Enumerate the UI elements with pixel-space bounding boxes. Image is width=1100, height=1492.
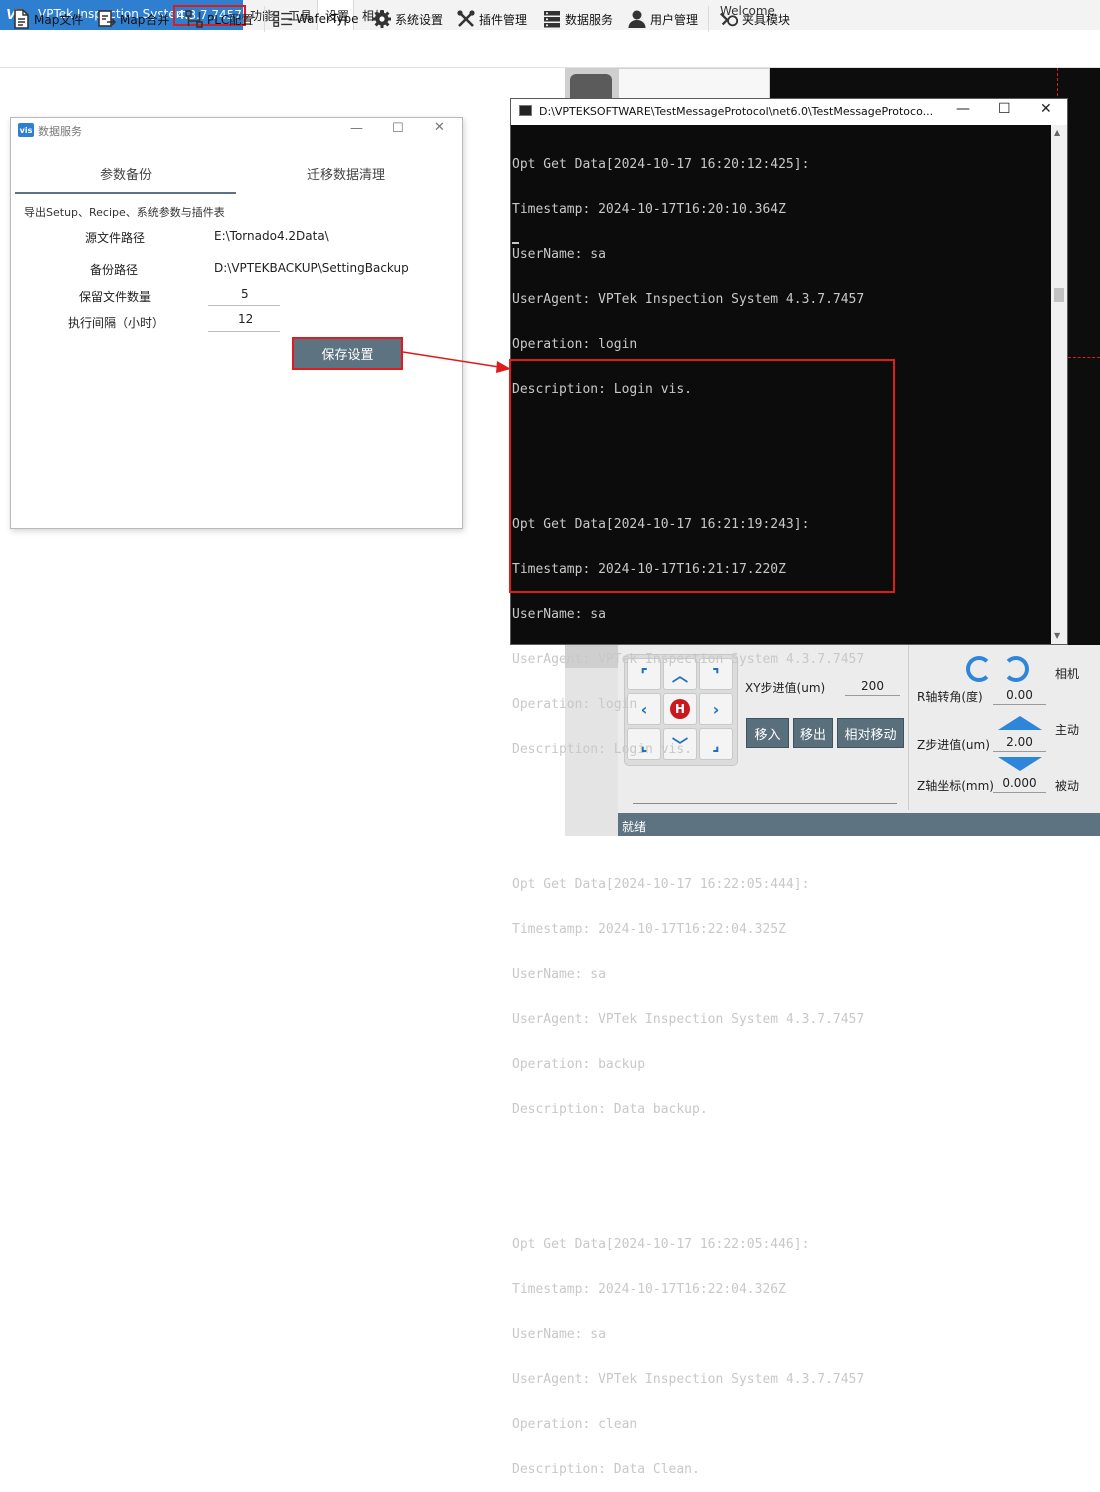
- log-blank: [512, 832, 1050, 847]
- dialog-close-icon[interactable]: ✕: [434, 120, 445, 135]
- log-line: UserName: sa: [512, 1327, 606, 1342]
- menu-function[interactable]: 功能: [250, 7, 274, 24]
- plugin-manager-button[interactable]: 插件管理: [456, 8, 527, 30]
- log-line: UserName: sa: [512, 607, 606, 622]
- map-file-label: Map文件: [34, 12, 84, 27]
- map-merge-button[interactable]: Map合并: [97, 8, 169, 30]
- console-scrollbar[interactable]: [1051, 125, 1067, 644]
- console-minimize-icon[interactable]: —: [956, 101, 970, 117]
- log-line: Operation: clean: [512, 1417, 638, 1432]
- map-merge-label: Map合并: [120, 12, 170, 27]
- console-scroll-thumb[interactable]: [1054, 288, 1064, 302]
- console-close-icon[interactable]: ✕: [1040, 101, 1052, 117]
- scroll-down-icon[interactable]: ▼: [1054, 631, 1060, 640]
- log-line: Timestamp: 2024-10-17T16:22:04.326Z: [512, 1282, 786, 1297]
- plc-node-icon: [184, 9, 204, 29]
- plc-config-button[interactable]: PLC配置: [184, 8, 253, 30]
- backup-path-label: 备份路径: [90, 263, 139, 277]
- toolbar-separator: [264, 6, 265, 32]
- tab-migration-clean[interactable]: 迁移数据清理: [307, 164, 385, 183]
- file-icon: [11, 9, 31, 29]
- wrench-icon: [456, 9, 476, 29]
- server-icon: [542, 9, 562, 29]
- log-blank: [512, 1192, 1050, 1207]
- tab-param-backup[interactable]: 参数备份: [100, 164, 152, 183]
- log-line: Operation: login: [512, 337, 638, 352]
- console-maximize-icon[interactable]: ☐: [998, 101, 1011, 117]
- fixture-module-button[interactable]: 夹具模块: [719, 8, 790, 30]
- plugin-manager-label: 插件管理: [479, 12, 528, 27]
- log-line: Timestamp: 2024-10-17T16:20:10.364Z: [512, 202, 786, 217]
- log-blank: [512, 787, 1050, 802]
- interval-label: 执行间隔（小时）: [68, 316, 165, 330]
- dialog-maximize-icon[interactable]: ☐: [392, 121, 404, 136]
- log-line: Operation: backup: [512, 1057, 646, 1072]
- keep-count-input[interactable]: 5: [241, 287, 249, 301]
- save-settings-button[interactable]: 保存设置: [292, 337, 403, 370]
- export-description: 导出Setup、Recipe、系统参数与插件表: [24, 206, 225, 219]
- fixture-module-label: 夹具模块: [742, 12, 791, 27]
- passive-mode-label: 被动: [1055, 779, 1080, 793]
- active-tab-indicator: [15, 192, 236, 194]
- log-line: Opt Get Data[2024-10-17 16:22:05:444]:: [512, 877, 810, 892]
- dialog-minimize-icon[interactable]: —: [350, 121, 363, 136]
- interval-underline: [208, 331, 280, 332]
- keep-count-label: 保留文件数量: [79, 290, 152, 304]
- system-settings-button[interactable]: 系统设置: [372, 8, 443, 30]
- plc-config-label: PLC配置: [207, 12, 254, 27]
- interval-input[interactable]: 12: [238, 312, 253, 326]
- source-path-label: 源文件路径: [85, 231, 146, 245]
- list-icon: [273, 9, 293, 29]
- log-line: Description: Data Clean.: [512, 1462, 700, 1477]
- data-service-label: 数据服务: [565, 12, 614, 27]
- wafer-type-label: WaferType: [296, 12, 359, 26]
- toolbar: [0, 30, 1100, 68]
- fixture-icon: [719, 9, 739, 29]
- dialog-title: 数据服务: [38, 125, 82, 138]
- map-file-button[interactable]: Map文件: [11, 8, 83, 30]
- log-blank: [512, 1147, 1050, 1162]
- gear-icon: [372, 9, 392, 29]
- user-manager-button[interactable]: 用户管理: [627, 8, 698, 30]
- system-settings-label: 系统设置: [395, 12, 444, 27]
- app-small-icon: vis: [18, 123, 34, 137]
- log-line: UserAgent: VPTek Inspection System 4.3.7…: [512, 1012, 865, 1027]
- log-line: UserName: sa: [512, 967, 606, 982]
- log-line: Operation: login: [512, 697, 638, 712]
- source-path-value[interactable]: E:\Tornado4.2Data\: [214, 229, 329, 243]
- merge-doc-icon: [97, 9, 117, 29]
- wafer-type-button[interactable]: WaferType: [273, 8, 359, 30]
- data-service-button[interactable]: 数据服务: [542, 8, 613, 30]
- console-title: D:\VPTEKSOFTWARE\TestMessageProtocol\net…: [539, 105, 934, 118]
- log-line: Description: Login vis.: [512, 742, 693, 757]
- camera-mode-label: 相机: [1055, 667, 1080, 681]
- log-line: Opt Get Data[2024-10-17 16:20:12:425]:: [512, 157, 810, 172]
- user-icon: [627, 9, 647, 29]
- toolbar-separator: [708, 6, 709, 32]
- log-line: Timestamp: 2024-10-17T16:22:04.325Z: [512, 922, 786, 937]
- active-mode-label: 主动: [1055, 723, 1080, 737]
- console-output: Opt Get Data[2024-10-17 16:20:12:425]: T…: [512, 127, 1050, 1492]
- annotation-highlight-box: [509, 359, 895, 593]
- log-line: UserName: sa: [512, 247, 606, 262]
- backup-path-value[interactable]: D:\VPTEKBACKUP\SettingBackup: [214, 261, 409, 275]
- log-line: Opt Get Data[2024-10-17 16:22:05:446]:: [512, 1237, 810, 1252]
- keep-count-underline: [208, 305, 280, 306]
- log-line: Description: Data backup.: [512, 1102, 708, 1117]
- console-icon: [519, 105, 532, 116]
- log-line: UserAgent: VPTek Inspection System 4.3.7…: [512, 1372, 865, 1387]
- log-line: UserAgent: VPTek Inspection System 4.3.7…: [512, 292, 865, 307]
- scroll-up-icon[interactable]: ▲: [1054, 128, 1060, 137]
- console-cursor: [512, 242, 519, 244]
- log-line: UserAgent: VPTek Inspection System 4.3.7…: [512, 652, 865, 667]
- crosshair-horizontal: [1068, 357, 1100, 358]
- user-manager-label: 用户管理: [650, 12, 699, 27]
